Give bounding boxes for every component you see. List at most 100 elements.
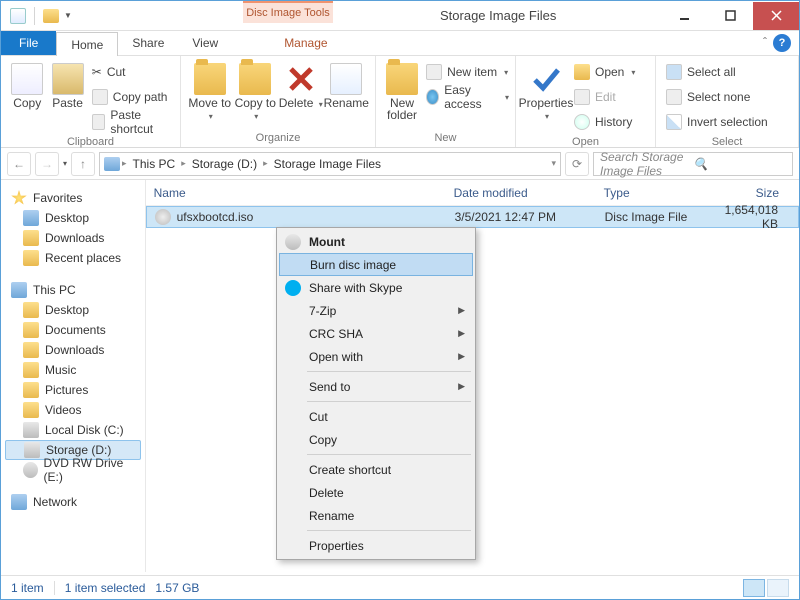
ctx-7zip[interactable]: 7-Zip▶	[279, 299, 473, 322]
crumb-thispc[interactable]: This PC	[129, 157, 180, 171]
skype-icon	[285, 280, 301, 296]
tab-share[interactable]: Share	[118, 31, 178, 55]
sidebar-desktop2[interactable]: Desktop	[5, 300, 141, 320]
qat-newfolder-icon[interactable]	[40, 5, 62, 27]
disc-icon	[23, 462, 38, 478]
status-bar: 1 item 1 item selected 1.57 GB	[1, 575, 799, 599]
ctx-sendto[interactable]: Send to▶	[279, 375, 473, 398]
crumb-drive[interactable]: Storage (D:)	[188, 157, 261, 171]
status-selected: 1 item selected	[65, 581, 146, 595]
sidebar-favorites[interactable]: Favorites	[5, 188, 141, 208]
col-name[interactable]: Name	[146, 186, 446, 200]
status-count: 1 item	[11, 581, 44, 595]
ctx-rename[interactable]: Rename	[279, 504, 473, 527]
context-menu: Mount Burn disc image Share with Skype 7…	[276, 227, 476, 560]
ctx-mount[interactable]: Mount	[279, 230, 473, 253]
contextual-tab-label: Disc Image Tools	[243, 1, 333, 23]
close-button[interactable]	[753, 2, 799, 30]
forward-button[interactable]: →	[35, 152, 59, 176]
ctx-delete[interactable]: Delete	[279, 481, 473, 504]
sidebar-localc[interactable]: Local Disk (C:)	[5, 420, 141, 440]
drive-icon	[23, 422, 39, 438]
group-organize-label: Organize	[181, 132, 375, 147]
minimize-button[interactable]	[661, 2, 707, 30]
tab-file[interactable]: File	[1, 31, 56, 55]
invert-selection-button[interactable]: Invert selection	[666, 111, 768, 133]
history-button[interactable]: History	[574, 111, 635, 133]
view-details-button[interactable]	[743, 579, 765, 597]
sidebar-videos[interactable]: Videos	[5, 400, 141, 420]
sidebar-thispc[interactable]: This PC	[5, 280, 141, 300]
sidebar-music[interactable]: Music	[5, 360, 141, 380]
cut-button[interactable]: ✂Cut	[92, 61, 174, 83]
crumb-folder[interactable]: Storage Image Files	[270, 157, 385, 171]
sidebar-pictures[interactable]: Pictures	[5, 380, 141, 400]
history-dropdown-icon[interactable]: ▾	[63, 159, 67, 168]
sidebar-recent[interactable]: Recent places	[5, 248, 141, 268]
ctx-openwith[interactable]: Open with▶	[279, 345, 473, 368]
sidebar: Favorites Desktop Downloads Recent place…	[1, 180, 146, 572]
breadcrumb-dropdown-icon[interactable]: ▾	[551, 158, 556, 169]
titlebar: ▼ Disc Image Tools Storage Image Files	[1, 1, 799, 31]
quick-access-toolbar: ▼	[1, 5, 72, 27]
tab-home[interactable]: Home	[56, 32, 118, 56]
breadcrumb[interactable]: ▸ This PC▸ Storage (D:)▸ Storage Image F…	[99, 152, 561, 176]
star-icon	[11, 190, 27, 206]
col-size[interactable]: Size	[716, 186, 799, 200]
properties-button[interactable]: Properties ▾	[522, 59, 570, 123]
pc-icon	[11, 282, 27, 298]
mount-icon	[285, 234, 301, 250]
ribbon: Copy Paste ✂Cut Copy path Paste shortcut…	[1, 56, 799, 148]
ctx-burn-disc-image[interactable]: Burn disc image	[279, 253, 473, 276]
col-date[interactable]: Date modified	[446, 186, 596, 200]
refresh-button[interactable]: ⟳	[565, 152, 589, 176]
sidebar-network[interactable]: Network	[5, 492, 141, 512]
qat-dropdown-icon[interactable]: ▼	[64, 11, 72, 20]
network-icon	[11, 494, 27, 510]
location-icon	[104, 157, 120, 171]
group-clipboard-label: Clipboard	[1, 136, 180, 151]
tab-view[interactable]: View	[178, 31, 232, 55]
easy-access-button[interactable]: Easy access▾	[426, 86, 509, 108]
back-button[interactable]: ←	[7, 152, 31, 176]
sidebar-downloads2[interactable]: Downloads	[5, 340, 141, 360]
file-row[interactable]: ufsxbootcd.iso 3/5/2021 12:47 PM Disc Im…	[146, 206, 799, 228]
paste-shortcut-button[interactable]: Paste shortcut	[92, 111, 174, 133]
sidebar-documents[interactable]: Documents	[5, 320, 141, 340]
ctx-share-skype[interactable]: Share with Skype	[279, 276, 473, 299]
ctx-copy[interactable]: Copy	[279, 428, 473, 451]
copy-to-button[interactable]: Copy to ▾	[233, 59, 279, 123]
select-none-button[interactable]: Select none	[666, 86, 768, 108]
ctx-properties[interactable]: Properties	[279, 534, 473, 557]
edit-button[interactable]: Edit	[574, 86, 635, 108]
up-button[interactable]: ↑	[71, 152, 95, 176]
maximize-button[interactable]	[707, 2, 753, 30]
move-to-button[interactable]: Move to ▾	[187, 59, 233, 123]
window-title: Storage Image Files	[440, 8, 556, 23]
ctx-create-shortcut[interactable]: Create shortcut	[279, 458, 473, 481]
rename-button[interactable]: Rename	[324, 59, 370, 109]
ctx-crcsha[interactable]: CRC SHA▶	[279, 322, 473, 345]
collapse-ribbon-icon[interactable]: ˆ	[763, 31, 773, 55]
view-large-icons-button[interactable]	[767, 579, 789, 597]
sidebar-desktop[interactable]: Desktop	[5, 208, 141, 228]
status-size: 1.57 GB	[155, 581, 199, 595]
col-type[interactable]: Type	[596, 186, 716, 200]
copy-path-button[interactable]: Copy path	[92, 86, 174, 108]
select-all-button[interactable]: Select all	[666, 61, 768, 83]
delete-button[interactable]: Delete ▾	[278, 59, 324, 111]
copy-button[interactable]: Copy	[7, 59, 47, 109]
new-item-button[interactable]: New item▾	[426, 61, 509, 83]
qat-properties-icon[interactable]	[7, 5, 29, 27]
tab-manage[interactable]: Manage	[270, 31, 341, 55]
help-icon[interactable]: ?	[773, 34, 791, 52]
ctx-cut[interactable]: Cut	[279, 405, 473, 428]
new-folder-button[interactable]: New folder	[382, 59, 422, 121]
open-button[interactable]: Open▾	[574, 61, 635, 83]
paste-button[interactable]: Paste	[47, 59, 87, 109]
sidebar-downloads[interactable]: Downloads	[5, 228, 141, 248]
submenu-arrow-icon: ▶	[458, 305, 465, 316]
sidebar-dvd[interactable]: DVD RW Drive (E:)	[5, 460, 141, 480]
search-input[interactable]: Search Storage Image Files🔍	[593, 152, 793, 176]
scissors-icon: ✂	[92, 65, 102, 79]
